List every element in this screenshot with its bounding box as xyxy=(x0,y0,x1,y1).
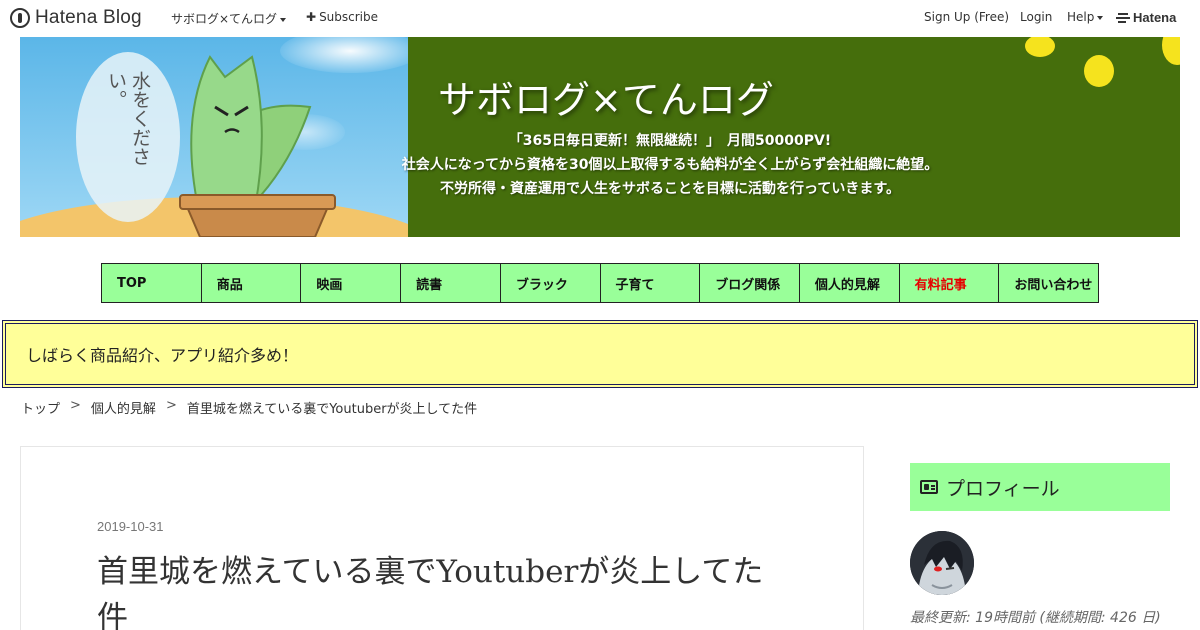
plus-icon: ✚ xyxy=(306,10,317,24)
subscribe-label: Subscribe xyxy=(319,10,379,24)
avatar-image xyxy=(910,531,974,595)
breadcrumb-separator: > xyxy=(165,398,177,413)
speech-bubble-text: 水をください。 xyxy=(105,71,151,166)
article-date[interactable]: 2019-10-31 xyxy=(97,519,164,534)
hatena-logo[interactable]: Hatena xyxy=(1116,10,1177,25)
blog-description: 「365日毎日更新！無限継続！」 月間50000PV! 社会人になってから資格を… xyxy=(300,129,1040,201)
breadcrumb-current: 首里城を燃えている裏でYoutuberが炎上してた件 xyxy=(186,402,478,417)
blog-menu-label: サボログ×てんログ xyxy=(171,12,278,26)
blog-description-line: 不労所得・資産運用で人生をサボることを目標に活動を行っていきます。 xyxy=(440,181,900,197)
nav-item-paid-articles[interactable]: 有料記事 xyxy=(899,264,1000,302)
breadcrumb-separator: > xyxy=(70,398,81,413)
hatena-blog-logo-icon xyxy=(10,8,30,28)
hatena-logo-text: Hatena xyxy=(1133,10,1177,25)
article-title[interactable]: 首里城を燃えている裏でYoutuberが炎上してた件 xyxy=(97,549,787,630)
hatena-blog-logo-text: Hatena Blog xyxy=(35,7,142,28)
decorative-dot xyxy=(1162,37,1180,65)
hatena-blog-logo[interactable]: Hatena Blog xyxy=(10,7,142,29)
blog-title[interactable]: サボログ×てんログ xyxy=(438,69,774,124)
breadcrumb: トップ > 個人的見解 > 首里城を燃えている裏でYoutuberが炎上してた件 xyxy=(21,398,477,417)
id-card-icon xyxy=(920,480,938,494)
hatena-logo-icon xyxy=(1116,12,1130,23)
nav-item-personal-view[interactable]: 個人的見解 xyxy=(799,264,900,302)
blog-description-line: 社会人になってから資格を30個以上取得するも給料が全く上がらず会社組織に絶望。 xyxy=(401,157,939,173)
help-dropdown[interactable]: Help xyxy=(1067,10,1104,24)
nav-item-black[interactable]: ブラック xyxy=(500,264,601,302)
nav-item-contact[interactable]: お問い合わせ xyxy=(999,264,1099,302)
subscribe-button[interactable]: ✚ Subscribe xyxy=(306,10,378,24)
profile-module-header: プロフィール xyxy=(910,463,1170,511)
decorative-dot xyxy=(1084,55,1114,87)
nav-item-movies[interactable]: 映画 xyxy=(301,264,402,302)
chevron-down-icon xyxy=(1097,15,1104,20)
decorative-dot xyxy=(1025,37,1055,57)
breadcrumb-home-link[interactable]: トップ xyxy=(21,398,60,417)
nav-item-books[interactable]: 読書 xyxy=(401,264,501,302)
breadcrumb-category-link[interactable]: 個人的見解 xyxy=(91,398,156,417)
nav-item-products[interactable]: 商品 xyxy=(201,264,302,302)
blog-header-banner[interactable]: 水をください。 サボログ×てんログ 「365日毎日更新！無限継続！」 月間500… xyxy=(20,37,1180,237)
profile-module-title: プロフィール xyxy=(946,477,1060,500)
help-label: Help xyxy=(1067,10,1095,24)
sign-up-link[interactable]: Sign Up (Free) xyxy=(924,10,1009,24)
chevron-down-icon xyxy=(280,17,287,22)
nav-item-top[interactable]: TOP xyxy=(102,264,202,302)
last-updated-text: 最終更新: 19時間前 (継続期間: 426 日) xyxy=(910,610,1161,626)
announcement-text: しばらく商品紹介、アプリ紹介多め！ xyxy=(26,346,299,365)
avatar[interactable] xyxy=(910,531,974,595)
category-nav: TOP 商品 映画 読書 ブラック 子育て ブログ関係 個人的見解 有料記事 お… xyxy=(101,263,1099,303)
announcement-box: しばらく商品紹介、アプリ紹介多め！ xyxy=(2,320,1198,388)
nav-item-parenting[interactable]: 子育て xyxy=(600,264,701,302)
hatena-global-header: Hatena Blog サボログ×てんログ ✚ Subscribe Sign Up… xyxy=(0,0,1200,36)
nav-item-blog-related[interactable]: ブログ関係 xyxy=(700,264,800,302)
login-link[interactable]: Login xyxy=(1020,10,1052,24)
blog-menu-dropdown[interactable]: サボログ×てんログ xyxy=(171,10,287,27)
blog-description-line: 「365日毎日更新！無限継続！」 月間50000PV! xyxy=(508,133,832,149)
article-card: 2019-10-31 首里城を燃えている裏でYoutuberが炎上してた件 xyxy=(20,446,864,630)
